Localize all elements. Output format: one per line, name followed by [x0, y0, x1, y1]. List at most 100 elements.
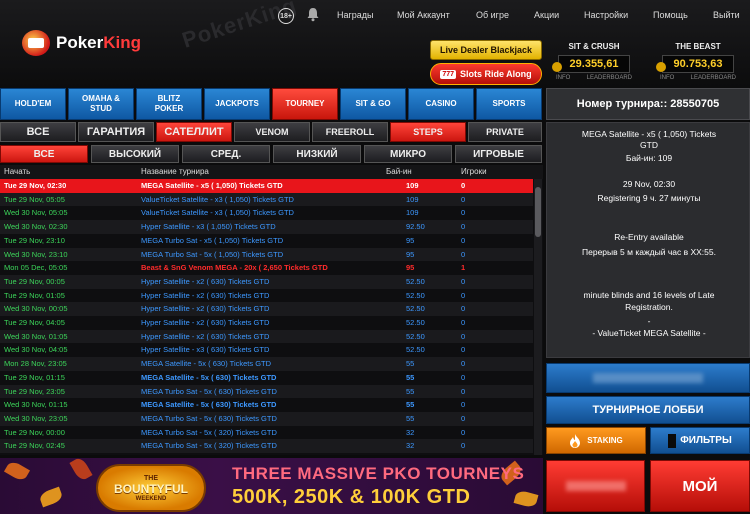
row-buyin: 55 [406, 359, 415, 369]
table-row[interactable]: Tue 29 Nov, 05:05 ValueTicket Satellite -… [0, 192, 533, 207]
leaf-decoration [513, 489, 539, 509]
tab-tourney[interactable]: TOURNEY [272, 88, 338, 120]
age-18-icon: 18+ [278, 8, 294, 24]
table-row[interactable]: Tue 29 Nov, 23:05 MEGA Turbo Sat - 5x ( 6… [0, 384, 533, 399]
jackpot-info-link[interactable]: INFO [556, 75, 570, 81]
table-row[interactable]: Wed 30 Nov, 00:00MEGA Turbo Sat - 5x ( 3… [0, 453, 533, 455]
filter-stake-medium[interactable]: СРЕД. [182, 145, 270, 163]
tab-sit-go[interactable]: SIT & GO [340, 88, 406, 120]
tab-casino[interactable]: CASINO [408, 88, 474, 120]
table-row[interactable]: Tue 29 Nov, 04:05 Hyper Satellite - x2 ( … [0, 316, 533, 330]
tab-omaha-stud[interactable]: OMAHA & STUD [68, 88, 134, 120]
filter-guarantee[interactable]: ГАРАНТИЯ [78, 122, 154, 142]
column-players[interactable]: Игроки [461, 167, 487, 176]
filter-private[interactable]: PRIVATE [468, 122, 542, 142]
row-buyin: 52.50 [406, 345, 425, 355]
table-row[interactable]: Wed 30 Nov, 02:30 Hyper Satellite - x3 ( … [0, 220, 533, 234]
row-name: MEGA Turbo Sat - 5x ( 320) Tickets GTD [141, 441, 277, 451]
table-row[interactable]: Wed 30 Nov, 04:05 Hyper Satellite - x3 ( … [0, 343, 533, 357]
staking-button[interactable]: STAKING [546, 427, 646, 454]
tab-blitz-poker[interactable]: BLITZ POKER [136, 88, 202, 120]
scrollbar-thumb[interactable] [535, 187, 541, 237]
table-row[interactable]: Wed 30 Nov, 01:05 Hyper Satellite - x2 ( … [0, 329, 533, 344]
row-buyin: 95 [406, 235, 415, 245]
bell-icon[interactable] [306, 7, 320, 22]
tournament-details: MEGA Satellite - x5 ( 1,050) Tickets GTD… [546, 122, 750, 358]
nav-rewards[interactable]: Награды [337, 10, 374, 20]
table-row[interactable]: Tue 29 Nov, 23:10 MEGA Turbo Sat - x5 ( 1… [0, 234, 533, 248]
table-row[interactable]: Wed 30 Nov, 00:05 Hyper Satellite - x2 ( … [0, 302, 533, 316]
table-row[interactable]: Tue 29 Nov, 00:05 Hyper Satellite - x2 ( … [0, 274, 533, 289]
row-players: 0 [461, 386, 466, 396]
slots-ride-along-button[interactable]: 777 Slots Ride Along [430, 63, 542, 85]
nav-help[interactable]: Помощь [653, 10, 688, 20]
filter-stake-low[interactable]: НИЗКИЙ [273, 145, 361, 163]
jackpot-leaderboard-link[interactable]: LEADERBOARD [691, 75, 736, 81]
filter-stake-all[interactable]: ВСЕ [0, 145, 88, 163]
table-row[interactable]: Tue 29 Nov, 02:45 MEGA Turbo Sat - 5x ( 3… [0, 439, 533, 453]
row-start: Wed 30 Nov, 02:30 [4, 222, 68, 232]
detail-blinds-line1: minute blinds and 16 levels of Late [583, 290, 715, 300]
jackpot-leaderboard-link[interactable]: LEADERBOARD [587, 75, 632, 81]
blurred-label [593, 373, 703, 383]
table-row[interactable]: Wed 30 Nov, 23:10 MEGA Turbo Sat - 5x ( 1… [0, 247, 533, 262]
blurred-action-button[interactable] [546, 460, 645, 512]
table-row[interactable]: Tue 29 Nov, 00:00 MEGA Turbo Sat - 5x ( 3… [0, 426, 533, 440]
filter-venom[interactable]: VENOM [234, 122, 310, 142]
column-start[interactable]: Начать [4, 167, 30, 176]
table-scrollbar[interactable] [534, 179, 542, 455]
nav-about[interactable]: Об игре [476, 10, 509, 20]
jackpot-sit-crush[interactable]: SIT & CRUSH 29.355,61 INFO LEADERBOARD [546, 42, 642, 86]
jackpot-the-beast[interactable]: THE BEAST 90.753,63 INFO LEADERBOARD [650, 42, 746, 86]
register-button[interactable] [546, 363, 750, 393]
row-buyin: 92.50 [406, 222, 425, 232]
row-start: Tue 29 Nov, 02:45 [4, 441, 65, 451]
filter-stake-play[interactable]: ИГРОВЫЕ [455, 145, 542, 163]
nav-logout[interactable]: Выйти [713, 10, 740, 20]
tournament-lobby-button[interactable]: ТУРНИРНОЕ ЛОББИ [546, 396, 750, 424]
logo-king: King [103, 33, 142, 52]
filter-satellite[interactable]: САТЕЛЛИТ [156, 122, 232, 142]
row-start: Tue 29 Nov, 23:05 [4, 386, 65, 396]
tab-jackpots[interactable]: JACKPOTS [204, 88, 270, 120]
row-start: Mon 05 Dec, 05:05 [4, 263, 68, 273]
table-row[interactable]: Mon 28 Nov, 23:05 MEGA Satellite - 5x ( 6… [0, 357, 533, 371]
column-buyin[interactable]: Бай-ин [386, 167, 412, 176]
logo-poker: Poker [56, 33, 104, 52]
filters-icon [668, 433, 677, 448]
table-row[interactable]: Tue 29 Nov, 01:15 MEGA Satellite - 5x ( 6… [0, 371, 533, 385]
row-players: 0 [461, 345, 466, 355]
row-players: 0 [461, 441, 466, 451]
filter-all[interactable]: ВСЕ [0, 122, 76, 142]
nav-promotions[interactable]: Акции [534, 10, 559, 20]
my-button[interactable]: МОЙ [650, 460, 750, 512]
tab-holdem[interactable]: HOLD'EM [0, 88, 66, 120]
jackpot-links: INFO LEADERBOARD [650, 75, 746, 81]
table-row[interactable]: Wed 30 Nov, 05:05 ValueTicket Satellite -… [0, 206, 533, 220]
jackpot-info-link[interactable]: INFO [660, 75, 674, 81]
live-dealer-blackjack-button[interactable]: Live Dealer Blackjack [430, 40, 542, 60]
table-row[interactable]: Wed 30 Nov, 23:05 MEGA Turbo Sat - 5x ( 6… [0, 411, 533, 426]
filter-steps[interactable]: STEPS [390, 122, 466, 142]
jackpot-amount: 29.355,61 [558, 55, 630, 73]
nav-settings[interactable]: Настройки [584, 10, 628, 20]
filter-freeroll[interactable]: FREEROLL [312, 122, 388, 142]
filters-button[interactable]: ФИЛЬТРЫ [650, 427, 750, 454]
table-row[interactable]: Tue 29 Nov, 01:05 Hyper Satellite - x2 ( … [0, 289, 533, 303]
row-name: MEGA Turbo Sat - 5x ( 320) Tickets GTD [141, 427, 277, 437]
nav-my-account[interactable]: Мой Аккаунт [397, 10, 450, 20]
row-name: MEGA Turbo Sat - 5x ( 1,050) Tickets GTD [141, 249, 284, 259]
table-row[interactable]: Tue 29 Nov, 02:30 MEGA Satellite - x5 ( 1… [0, 179, 533, 193]
badge-main: BOUNTYFUL [114, 481, 188, 496]
detail-value-line: - ValueTicket MEGA Satellite - [592, 328, 706, 338]
logo[interactable]: PokerKing [22, 28, 141, 58]
tab-sports[interactable]: SPORTS [476, 88, 542, 120]
row-buyin: 55 [406, 400, 415, 410]
table-row[interactable]: Wed 30 Nov, 01:15 MEGA Satellite - 5x ( 6… [0, 398, 533, 412]
filter-stake-micro[interactable]: МИКРО [364, 145, 452, 163]
promo-banner[interactable]: THE BOUNTYFUL WEEKEND THREE MASSIVE PKO … [0, 458, 543, 514]
column-name[interactable]: Название турнира [141, 167, 209, 176]
filter-stake-high[interactable]: ВЫСОКИЙ [91, 145, 179, 163]
row-start: Tue 29 Nov, 04:05 [4, 318, 65, 327]
table-row[interactable]: Mon 05 Dec, 05:05 Beast & SnG Venom MEGA … [0, 261, 533, 275]
